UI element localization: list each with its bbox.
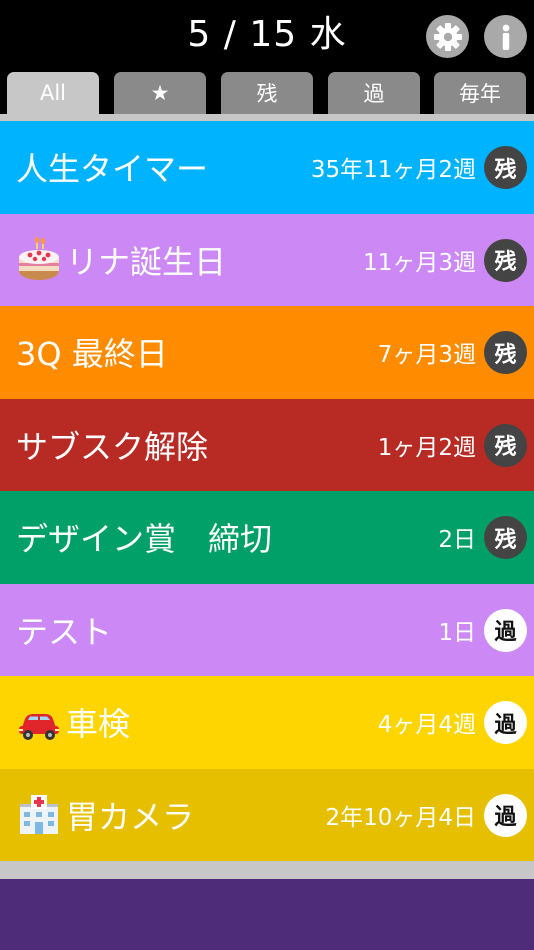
timer-remaining-time: 11ヶ月3週 [363,249,476,276]
timer-title-text: サブスク解除 [16,427,209,466]
header: 5 / 15 水 [0,0,534,70]
tab-yearly[interactable]: 毎年 [434,72,526,114]
status-badge: 残 [484,238,527,282]
cake-icon [19,236,59,280]
filter-tabs: All ★ 残 過 毎年 [0,72,534,114]
timer-title: 3Q 最終日 [16,306,168,399]
status-badge: 過 [484,608,527,652]
hospital-icon [20,794,58,834]
status-badge: 残 [484,423,527,467]
timer-title-text: 胃カメラ [66,797,195,836]
footer-bar [0,879,534,950]
timer-elapsed-time: 4ヶ月4週 [377,712,476,739]
timer-row[interactable]: リナ誕生日 11ヶ月3週 残 [0,213,534,307]
gear-icon [433,22,462,51]
timer-title-text: デザイン賞 締切 [16,520,273,559]
timer-row[interactable]: 人生タイマー 35年11ヶ月2週 残 [0,121,534,214]
timer-elapsed-time: 1日 [438,619,476,646]
timer-title: サブスク解除 [16,399,208,492]
timer-title: デザイン賞 締切 [16,491,272,584]
timer-row[interactable]: サブスク解除 1ヶ月2週 残 [0,398,534,492]
timer-title-text: リナ誕生日 [66,242,227,281]
status-badge: 残 [484,146,527,189]
status-badge: 過 [484,701,527,744]
timer-remaining-time: 35年11ヶ月2週 [310,157,476,184]
timer-list: 人生タイマー 35年11ヶ月2週 残 リナ誕生日 11ヶ月3週 残 3Q 最終日… [0,121,534,861]
status-badge: 過 [484,793,527,837]
timer-title-text: テスト [16,612,113,651]
timer-title: 人生タイマー [16,121,208,214]
timer-remaining-time: 2日 [438,527,476,554]
timer-row[interactable]: 車検 4ヶ月4週 過 [0,676,534,769]
status-badge: 残 [484,331,527,374]
timer-row[interactable]: テスト 1日 過 [0,583,534,677]
timer-remaining-time: 1ヶ月2週 [377,434,476,461]
timer-row[interactable]: 3Q 最終日 7ヶ月3週 残 [0,306,534,399]
timer-title: 車検 [16,676,130,769]
timer-title-text: 人生タイマー [16,150,209,189]
settings-button[interactable] [426,15,469,58]
car-icon [19,714,59,741]
info-icon [502,24,509,50]
timer-title-text: 車検 [66,705,131,744]
list-bottom-divider [0,861,534,879]
timer-elapsed-time: 2年10ヶ月4日 [325,804,476,831]
timer-title-text: 3Q 最終日 [16,335,168,374]
app-screen: 5 / 15 水 All ★ 残 過 毎年 人生タイマー 35年11ヶ月2週 残… [0,0,534,950]
tab-all[interactable]: All [7,72,99,114]
tab-underline [0,114,534,121]
info-button[interactable] [484,15,527,58]
timer-title: 胃カメラ [16,769,194,862]
timer-row[interactable]: デザイン賞 締切 2日 残 [0,491,534,584]
timer-row[interactable]: 胃カメラ 2年10ヶ月4日 過 [0,768,534,862]
timer-remaining-time: 7ヶ月3週 [377,342,476,369]
status-badge: 残 [484,516,527,559]
timer-title: テスト [16,584,112,677]
timer-title: リナ誕生日 [16,214,226,307]
tab-past[interactable]: 過 [328,72,420,114]
tab-remaining[interactable]: 残 [221,72,313,114]
tab-favorites[interactable]: ★ [114,72,206,114]
